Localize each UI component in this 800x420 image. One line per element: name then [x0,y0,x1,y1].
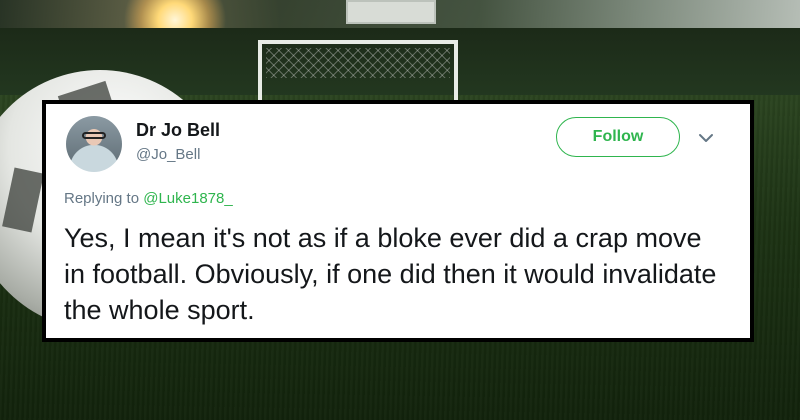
avatar[interactable] [66,116,122,172]
replying-to-link[interactable]: @Luke1878_ [143,190,232,207]
user-handle[interactable]: @Jo_Bell [136,146,200,163]
chevron-down-icon[interactable] [694,126,718,150]
sign-board [346,0,436,24]
tweet-card: Dr Jo Bell @Jo_Bell Follow Replying to @… [42,100,754,342]
background-photo: Dr Jo Bell @Jo_Bell Follow Replying to @… [0,0,800,420]
follow-button[interactable]: Follow [556,117,680,157]
goal-frame [258,40,458,102]
replying-prefix: Replying to [64,190,140,207]
tweet-text: Yes, I mean it's not as if a bloke ever … [64,223,717,325]
ball-panel [2,167,44,233]
display-name[interactable]: Dr Jo Bell [136,120,220,141]
replying-to-line: Replying to @Luke1878_ [64,190,233,207]
